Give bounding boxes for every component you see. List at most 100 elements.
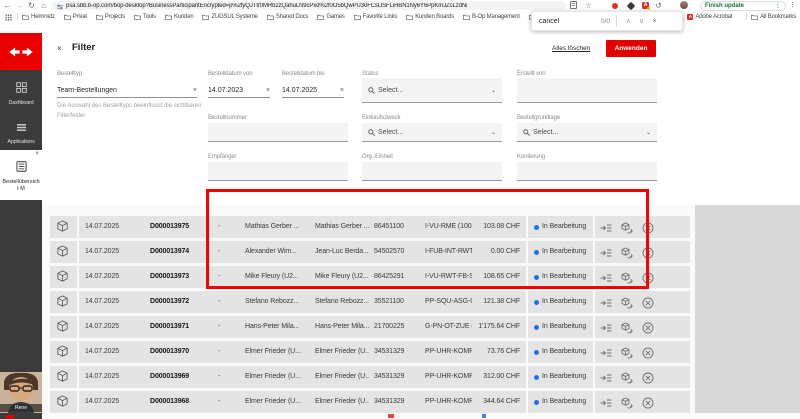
bookmark-adobe[interactable]: A Adobe Acrobat [687, 14, 732, 20]
sidebar-tab-bestelluebersicht[interactable]: × Bestellübersicht M [0, 150, 42, 200]
table-row[interactable]: 14.07.2025 D000013973 - Mike Fleury (U2.… [50, 266, 690, 288]
assign-order-icon[interactable] [600, 246, 612, 258]
save-page-icon[interactable] [568, 1, 579, 11]
order-dash: - [218, 241, 228, 263]
table-row[interactable]: 14.07.2025 D000013975 - Mathias Gerber .… [50, 216, 690, 238]
einkaufszweck-select[interactable]: Select... ⌄ [362, 123, 502, 142]
all-bookmarks-button[interactable]: All Bookmarks [751, 14, 796, 20]
bookmark-folder[interactable]: B-Op Management [463, 14, 520, 20]
org-einheit-input[interactable] [362, 162, 502, 181]
address-bar[interactable]: psa.sbb.b-op.com/bop-desktop?BusinessPar… [52, 1, 566, 10]
reload-icon[interactable]: ↻ [26, 0, 37, 11]
forward-icon[interactable]: → [14, 0, 25, 11]
order-number[interactable]: D000013972 [150, 291, 214, 313]
field-label-bestellnummer: Bestellnummer [208, 115, 247, 121]
table-row[interactable]: 14.07.2025 D000013972 - Stefano Rebozz..… [50, 291, 690, 313]
datum-bis-field[interactable]: 14.07.2025 × [282, 80, 344, 98]
bookmark-folder[interactable]: Projects [96, 14, 125, 20]
home-icon[interactable]: ⌂ [38, 0, 49, 11]
update-extension-icon[interactable]: ↺ [653, 1, 664, 11]
cancel-order-icon[interactable] [642, 271, 654, 283]
bestellgrundlage-select[interactable]: Select... ⌄ [517, 123, 657, 142]
order-number[interactable]: D000013973 [150, 266, 214, 288]
pen-extension-icon[interactable] [627, 1, 635, 9]
adobe-extension-icon[interactable]: A [642, 2, 649, 9]
profile-avatar[interactable] [680, 1, 688, 9]
clear-datum-bis-icon[interactable]: × [340, 87, 344, 94]
bookmark-folder[interactable]: Heimnetz [22, 14, 55, 20]
reorder-icon[interactable] [621, 221, 633, 233]
find-input[interactable] [539, 18, 601, 25]
assign-order-icon[interactable] [600, 296, 612, 308]
reorder-icon[interactable] [621, 296, 633, 308]
cancel-order-icon[interactable] [642, 321, 654, 333]
reorder-icon[interactable] [621, 396, 633, 408]
empfaenger-input[interactable] [208, 162, 348, 181]
order-number[interactable]: D000013975 [150, 216, 214, 238]
bookmark-label: Shared Docs [276, 14, 309, 20]
apps-grid-icon[interactable] [5, 8, 12, 26]
order-number[interactable]: D000013974 [150, 241, 214, 263]
reorder-icon[interactable] [621, 321, 633, 333]
assign-order-icon[interactable] [600, 321, 612, 333]
clear-all-link[interactable]: Alles löschen [552, 45, 590, 52]
bookmark-folder[interactable]: Kunden [165, 14, 194, 20]
order-dash: - [218, 341, 228, 363]
cancel-order-icon[interactable] [642, 396, 654, 408]
finish-update-button[interactable]: Finish update ⋮ [700, 1, 786, 11]
table-row[interactable]: 14.07.2025 D000013968 - Elmer Frieder (U… [50, 391, 690, 413]
order-number[interactable]: D000013970 [150, 341, 214, 363]
bookmark-star-icon[interactable]: ☆ [583, 1, 594, 11]
cancel-order-icon[interactable] [642, 221, 654, 233]
sidebar-item-dashboard[interactable]: Dashboard [0, 80, 42, 106]
datum-von-field[interactable]: 14.07.2023 × [208, 80, 270, 98]
bookmark-folder[interactable]: Shared Docs [267, 14, 309, 20]
user-avatar[interactable]: Rene [0, 372, 42, 413]
assign-order-icon[interactable] [600, 371, 612, 383]
order-number[interactable]: D000013971 [150, 316, 214, 338]
site-settings-icon[interactable] [57, 1, 63, 10]
assign-order-icon[interactable] [600, 346, 612, 358]
reorder-icon[interactable] [621, 246, 633, 258]
table-row[interactable]: 14.07.2025 D000013974 - Alexander Wim...… [50, 241, 690, 263]
status-select[interactable]: Select... ⌄ [362, 78, 502, 103]
reorder-icon[interactable] [621, 346, 633, 358]
bookmark-folder[interactable]: Kunden Boards [406, 14, 454, 20]
table-row[interactable]: 14.07.2025 D000013969 - Elmer Frieder (U… [50, 366, 690, 388]
order-number[interactable]: D000013969 [150, 366, 214, 388]
cancel-order-icon[interactable] [642, 346, 654, 358]
field-label-einkaufszweck: Einkaufszweck [362, 115, 400, 121]
cancel-order-icon[interactable] [642, 371, 654, 383]
cost-center: 21700225 [374, 316, 420, 338]
apply-button[interactable]: Anwenden [606, 40, 656, 57]
assign-order-icon[interactable] [600, 396, 612, 408]
cancel-order-icon[interactable] [642, 246, 654, 258]
sidebar-item-applications[interactable]: Applications [0, 119, 42, 145]
reorder-icon[interactable] [621, 371, 633, 383]
reorder-icon[interactable] [621, 271, 633, 283]
close-find-icon[interactable]: × [648, 18, 661, 25]
bookmark-folder[interactable]: Tools [134, 14, 156, 20]
bookmark-folder[interactable]: Privat [64, 14, 87, 20]
close-tab-icon[interactable]: × [35, 151, 39, 157]
cancel-order-icon[interactable] [642, 296, 654, 308]
bestelltyp-field[interactable]: Team-Bestellungen × [57, 80, 197, 98]
adblock-extension-icon[interactable] [612, 3, 618, 9]
bookmark-folder[interactable]: Games [317, 14, 344, 20]
bookmark-folder[interactable]: ZUGSUL Systeme [202, 14, 257, 20]
order-number[interactable]: D000013968 [150, 391, 214, 413]
assign-order-icon[interactable] [600, 221, 612, 233]
next-match-icon[interactable]: ∨ [635, 17, 648, 25]
browser-menu-icon[interactable]: ⋮ [789, 1, 796, 9]
table-row[interactable]: 14.07.2025 D000013970 - Elmer Frieder (U… [50, 341, 690, 363]
bestellnummer-input[interactable] [208, 123, 348, 142]
assign-order-icon[interactable] [600, 271, 612, 283]
clear-bestelltyp-icon[interactable]: × [193, 87, 197, 94]
close-filter-icon[interactable]: × [57, 44, 62, 53]
bookmark-folder[interactable]: Favorite Links [354, 14, 398, 20]
clear-datum-von-icon[interactable]: × [266, 87, 270, 94]
kontierung-input[interactable] [517, 162, 657, 181]
previous-match-icon[interactable]: ∧ [622, 17, 635, 25]
erstellt-von-input[interactable] [517, 78, 657, 103]
table-row[interactable]: 14.07.2025 D000013971 - Hans-Peter Mila.… [50, 316, 690, 338]
